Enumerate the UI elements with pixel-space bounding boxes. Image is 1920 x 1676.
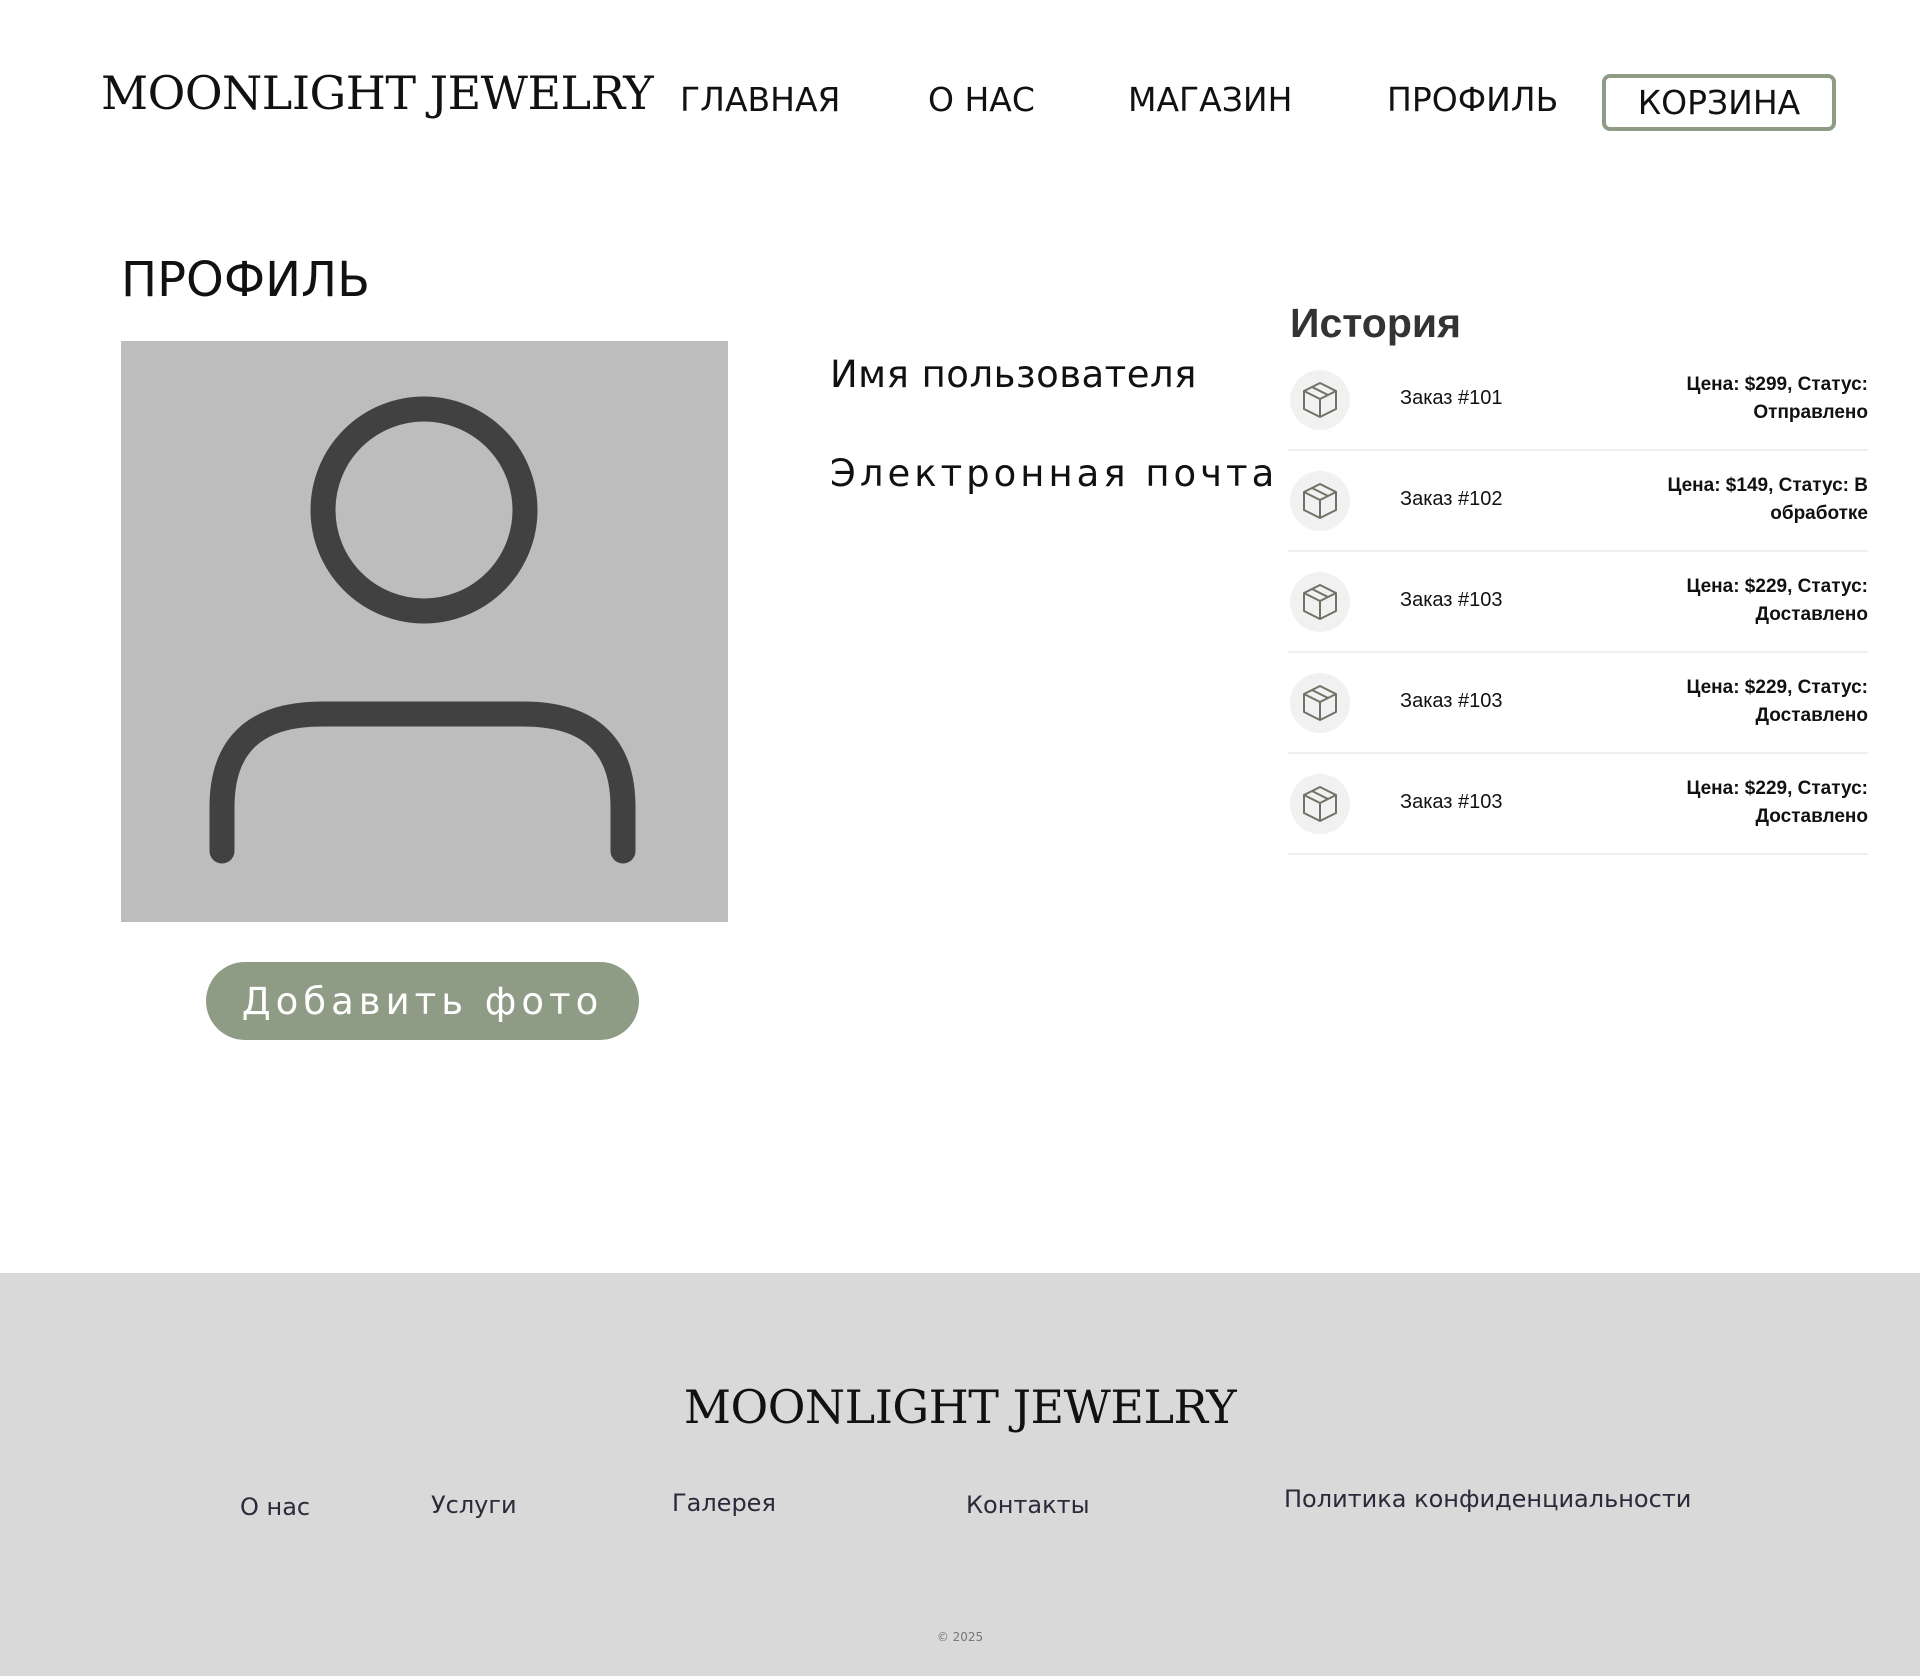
user-icon [209,396,636,864]
footer-link-about[interactable]: О нас [240,1493,310,1521]
footer-link-privacy[interactable]: Политика конфиденциальности [1284,1485,1691,1513]
order-name: Заказ #103 [1400,690,1503,712]
username-label: Имя пользователя [830,353,1197,396]
nav-about[interactable]: О НАС [928,80,1035,119]
cart-button[interactable]: КОРЗИНА [1602,74,1836,131]
avatar-placeholder [121,341,728,922]
footer-link-services[interactable]: Услуги [431,1491,517,1519]
order-info: Цена: $149, Статус: В обработке [1667,475,1868,524]
box-icon [1290,471,1350,531]
order-info: Цена: $229, Статус: Доставлено [1686,677,1868,726]
footer: MOONLIGHT JEWELRY О нас Услуги Галерея К… [0,1273,1920,1676]
order-info: Цена: $299, Статус: Отправлено [1686,374,1868,423]
email-label: Электронная почта [830,452,1279,495]
add-photo-button[interactable]: Добавить фото [206,962,639,1040]
nav-profile[interactable]: ПРОФИЛЬ [1387,80,1558,119]
order-row[interactable]: Заказ #103 Цена: $229, Статус: Доставлен… [1288,754,1868,855]
order-name: Заказ #102 [1400,488,1503,510]
order-row[interactable]: Заказ #103 Цена: $229, Статус: Доставлен… [1288,552,1868,653]
page-title: ПРОФИЛЬ [121,252,371,308]
order-history-list: Заказ #101 Цена: $299, Статус: Отправлен… [1288,350,1868,855]
nav-home[interactable]: ГЛАВНАЯ [680,80,840,119]
box-icon [1290,673,1350,733]
footer-logo[interactable]: MOONLIGHT JEWELRY [0,1380,1920,1434]
site-logo[interactable]: MOONLIGHT JEWELRY [101,66,654,120]
order-name: Заказ #103 [1400,589,1503,611]
order-row[interactable]: Заказ #102 Цена: $149, Статус: В обработ… [1288,451,1868,552]
order-info: Цена: $229, Статус: Доставлено [1686,576,1868,625]
footer-link-contacts[interactable]: Контакты [966,1491,1090,1519]
order-row[interactable]: Заказ #101 Цена: $299, Статус: Отправлен… [1288,350,1868,451]
order-info: Цена: $229, Статус: Доставлено [1686,778,1868,827]
order-name: Заказ #103 [1400,791,1503,813]
copyright: © 2025 [936,1630,984,1644]
footer-link-gallery[interactable]: Галерея [672,1489,776,1517]
nav-shop[interactable]: МАГАЗИН [1128,80,1292,119]
order-row[interactable]: Заказ #103 Цена: $229, Статус: Доставлен… [1288,653,1868,754]
history-title: История [1290,300,1462,346]
box-icon [1290,370,1350,430]
order-name: Заказ #101 [1400,387,1503,409]
box-icon [1290,774,1350,834]
box-icon [1290,572,1350,632]
